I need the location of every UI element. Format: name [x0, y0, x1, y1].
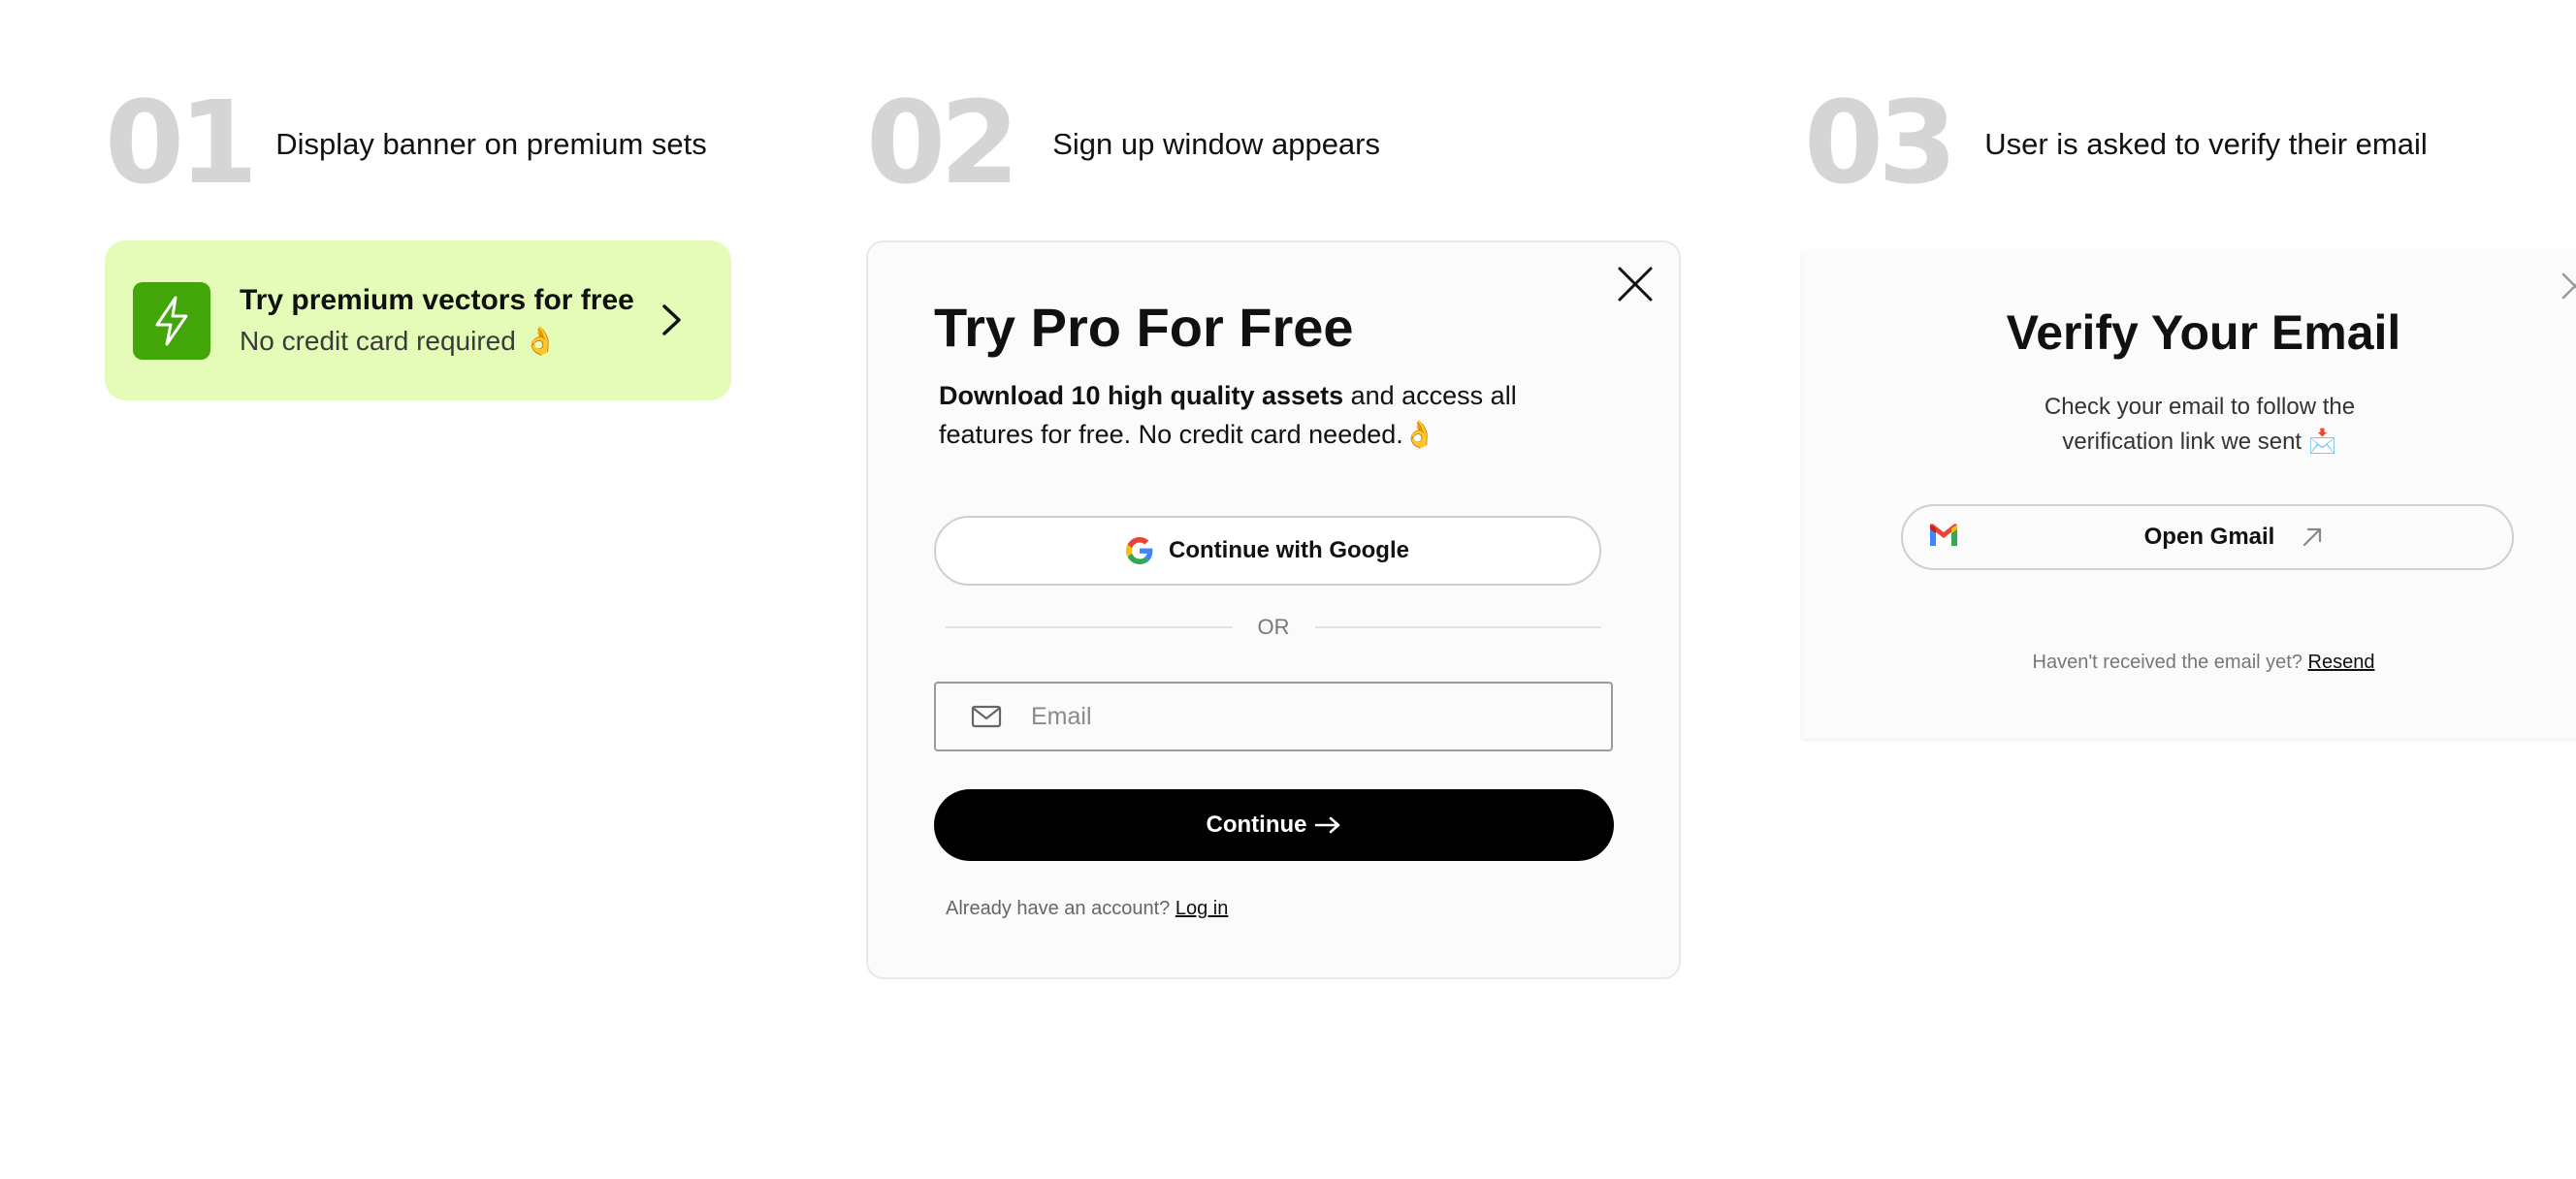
- step-1-header: 01 Display banner on premium sets: [105, 85, 707, 200]
- or-label: OR: [1257, 615, 1290, 639]
- step-number: 02: [866, 76, 1019, 209]
- or-divider: OR: [946, 615, 1601, 640]
- resend-prompt-text: Haven't received the email yet?: [2032, 652, 2308, 673]
- continue-with-google-button[interactable]: Continue with Google: [934, 516, 1601, 586]
- login-link[interactable]: Log in: [1175, 898, 1229, 919]
- signup-description-bold: Download 10 high quality assets: [939, 381, 1344, 410]
- signup-modal: Try Pro For Free Download 10 high qualit…: [866, 240, 1681, 979]
- banner-subtitle: No credit card required 👌: [240, 325, 558, 356]
- resend-prompt: Haven't received the email yet? Resend: [1802, 652, 2576, 674]
- step-title: User is asked to verify their email: [1984, 127, 2428, 161]
- step-3-header: 03 User is asked to verify their email: [1804, 85, 2428, 200]
- continue-button[interactable]: Continue: [934, 789, 1614, 861]
- divider-line: [1314, 626, 1601, 628]
- mail-icon: [971, 705, 1002, 728]
- signup-title: Try Pro For Free: [934, 297, 1354, 358]
- chevron-right-icon[interactable]: [660, 301, 685, 339]
- step-title: Sign up window appears: [1052, 127, 1380, 161]
- login-prompt-text: Already have an account?: [946, 898, 1175, 919]
- premium-banner[interactable]: Try premium vectors for free No credit c…: [105, 240, 731, 400]
- step-number: 01: [105, 76, 258, 209]
- step-title: Display banner on premium sets: [275, 127, 707, 161]
- email-field[interactable]: [934, 682, 1613, 751]
- arrow-up-right-icon: [2302, 527, 2322, 547]
- arrow-right-icon: [1315, 816, 1340, 834]
- google-icon: [1126, 537, 1153, 564]
- lightning-icon: [133, 281, 210, 360]
- resend-link[interactable]: Resend: [2308, 652, 2375, 673]
- continue-button-label: Continue: [1206, 812, 1307, 838]
- divider-line: [946, 626, 1233, 628]
- step-2-header: 02 Sign up window appears: [866, 85, 1380, 200]
- email-input[interactable]: [1029, 701, 1611, 732]
- step-number: 03: [1804, 76, 1957, 209]
- signup-description: Download 10 high quality assets and acce…: [939, 376, 1560, 454]
- verify-email-panel: Verify Your Email Check your email to fo…: [1802, 250, 2576, 739]
- verify-description: Check your email to follow the verificat…: [2044, 394, 2356, 455]
- close-icon[interactable]: [2560, 271, 2576, 301]
- login-prompt: Already have an account? Log in: [946, 898, 1228, 920]
- banner-title: Try premium vectors for free: [240, 283, 634, 316]
- close-icon[interactable]: [1617, 266, 1654, 303]
- google-button-label: Continue with Google: [1169, 537, 1409, 563]
- open-gmail-label: Open Gmail: [2143, 524, 2275, 550]
- verify-title: Verify Your Email: [2006, 305, 2401, 360]
- open-gmail-button[interactable]: Open Gmail: [1901, 504, 2514, 570]
